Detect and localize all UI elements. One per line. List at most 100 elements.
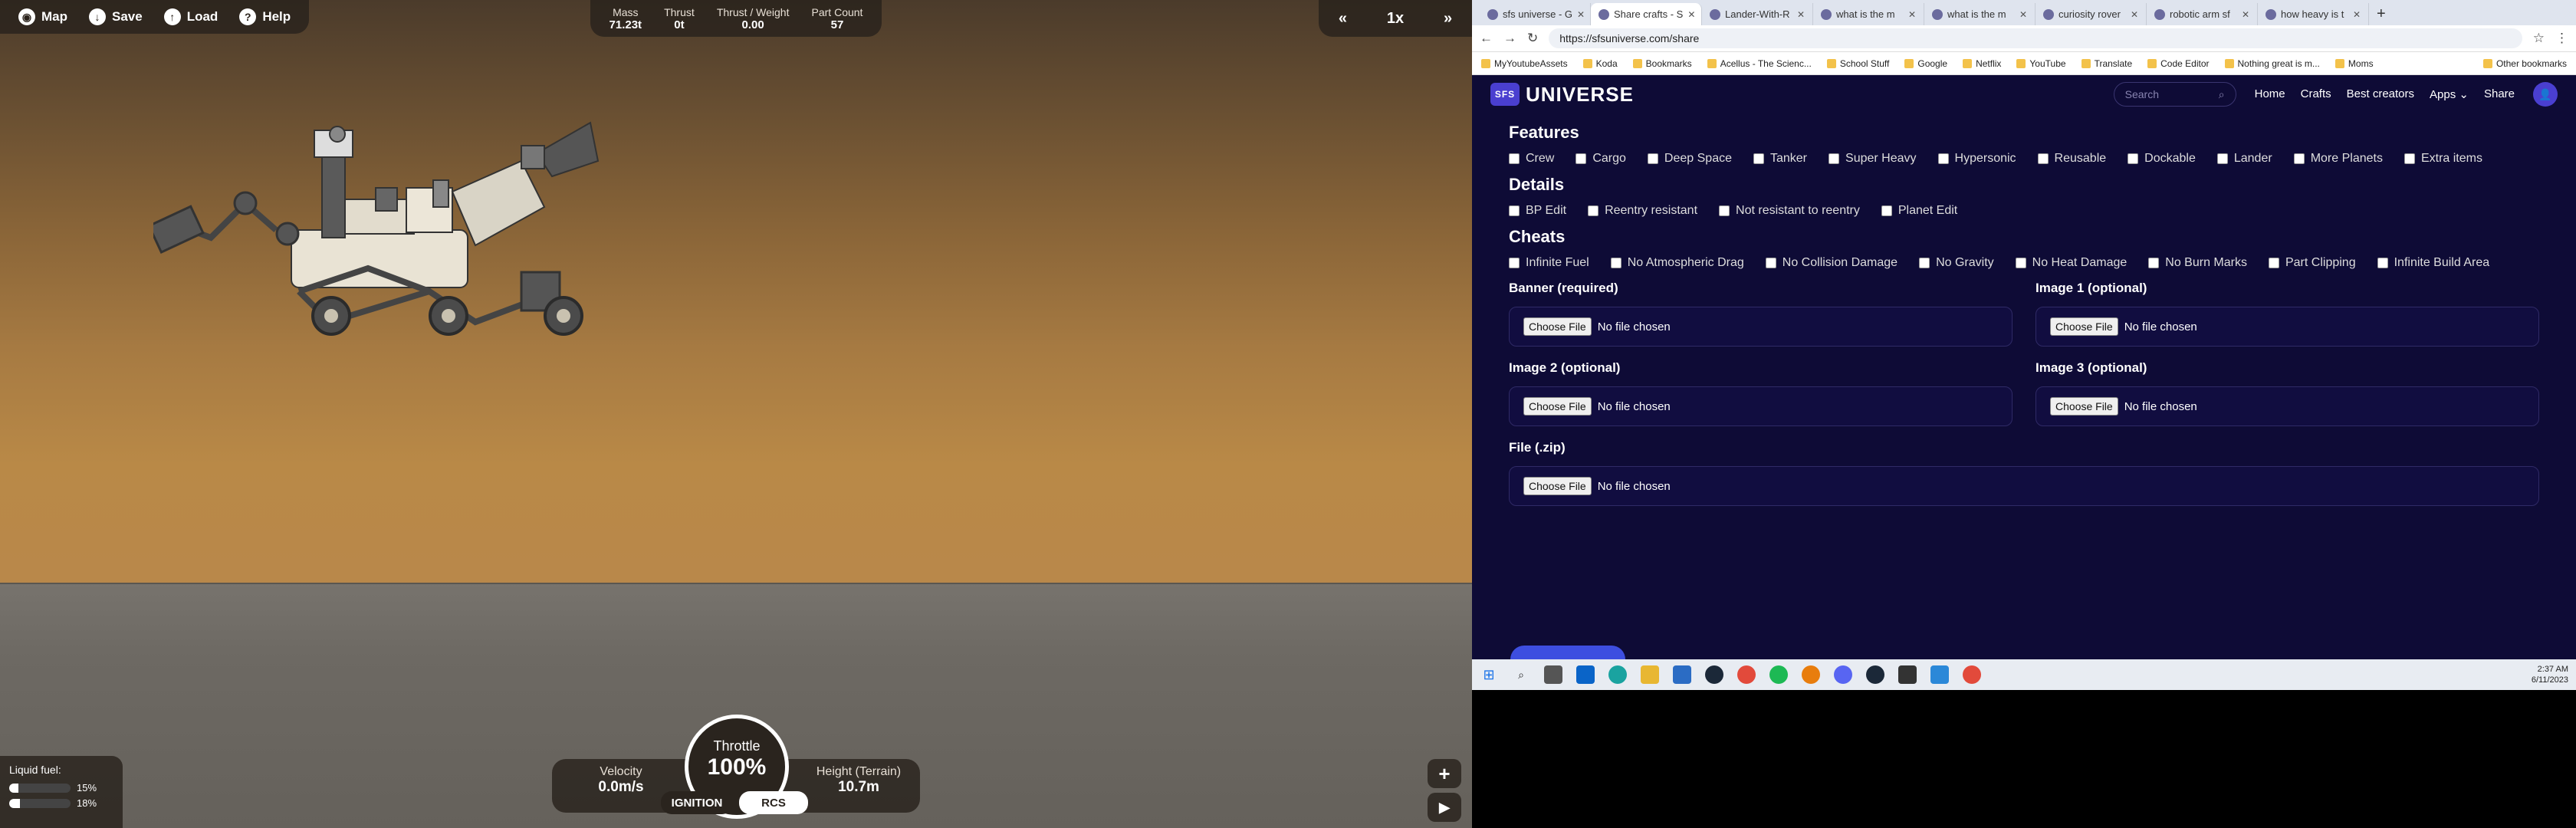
forward-icon[interactable]: →: [1503, 31, 1516, 46]
choose-file-button[interactable]: Choose File: [2050, 397, 2118, 416]
browser-tab[interactable]: sfs universe - G ✕: [1480, 3, 1591, 25]
store-icon[interactable]: [1673, 665, 1691, 684]
load-button[interactable]: ↑ Load: [153, 0, 229, 34]
checkbox-not-resistant[interactable]: Not resistant to reentry: [1719, 204, 1860, 218]
rover-craft[interactable]: [153, 115, 644, 337]
choose-file-button[interactable]: Choose File: [1523, 397, 1592, 416]
site-search-input[interactable]: Search ⌕: [2113, 82, 2236, 107]
site-logo[interactable]: SFS UNIVERSE: [1490, 83, 1634, 107]
bookmark-item[interactable]: Code Editor: [2147, 58, 2210, 69]
close-icon[interactable]: ✕: [2019, 9, 2027, 20]
star-icon[interactable]: ☆: [2533, 31, 2545, 46]
checkbox-extra-items[interactable]: Extra items: [2404, 152, 2482, 166]
checkbox-no-heat[interactable]: No Heat Damage: [2015, 256, 2127, 270]
checkbox-super-heavy[interactable]: Super Heavy: [1829, 152, 1917, 166]
checkbox-reusable[interactable]: Reusable: [2037, 152, 2106, 166]
save-button[interactable]: ↓ Save: [78, 0, 153, 34]
close-icon[interactable]: ✕: [1797, 9, 1805, 20]
checkbox-cargo[interactable]: Cargo: [1576, 152, 1626, 166]
bookmark-item[interactable]: Nothing great is m...: [2224, 58, 2320, 69]
checkbox-no-collision[interactable]: No Collision Damage: [1765, 256, 1898, 270]
edge-icon[interactable]: [1608, 665, 1627, 684]
checkbox-tanker[interactable]: Tanker: [1753, 152, 1807, 166]
bookmark-item[interactable]: MyYoutubeAssets: [1481, 58, 1568, 69]
help-button[interactable]: ? Help: [228, 0, 301, 34]
game-icon[interactable]: [1898, 665, 1917, 684]
close-icon[interactable]: ✕: [2131, 9, 2138, 20]
windows-start-icon[interactable]: ⊞: [1480, 665, 1498, 684]
browser-tab[interactable]: what is the m ✕: [1813, 3, 1924, 25]
reload-icon[interactable]: ↻: [1527, 31, 1538, 46]
search-icon[interactable]: ⌕: [2219, 88, 2225, 101]
blender-icon[interactable]: [1802, 665, 1820, 684]
other-bookmarks[interactable]: Other bookmarks: [2482, 58, 2567, 69]
discord-icon[interactable]: [1834, 665, 1852, 684]
nav-home[interactable]: Home: [2255, 87, 2285, 101]
chrome-icon[interactable]: [1963, 665, 1981, 684]
search-icon[interactable]: ⌕: [1512, 665, 1530, 684]
checkbox-no-burn[interactable]: No Burn Marks: [2148, 256, 2247, 270]
checkbox-lander[interactable]: Lander: [2216, 152, 2272, 166]
timewarp-slower-button[interactable]: «: [1339, 10, 1347, 28]
checkbox-no-gravity[interactable]: No Gravity: [1919, 256, 1994, 270]
nav-best-creators[interactable]: Best creators: [2347, 87, 2414, 101]
rcs-button[interactable]: RCS: [739, 791, 808, 814]
checkbox-more-planets[interactable]: More Planets: [2293, 152, 2383, 166]
choose-file-button[interactable]: Choose File: [1523, 477, 1592, 495]
nav-apps[interactable]: Apps ⌄: [2430, 87, 2469, 101]
file-input[interactable]: Choose File No file chosen: [1509, 466, 2539, 506]
checkbox-hypersonic[interactable]: Hypersonic: [1937, 152, 2016, 166]
play-button[interactable]: ▶: [1428, 793, 1461, 822]
user-avatar[interactable]: 👤: [2533, 82, 2558, 107]
bookmark-item[interactable]: Bookmarks: [1632, 58, 1692, 69]
nav-share[interactable]: Share: [2484, 87, 2515, 101]
mail-icon[interactable]: [1576, 665, 1595, 684]
bookmark-item[interactable]: Acellus - The Scienc...: [1707, 58, 1812, 69]
browser-tab[interactable]: what is the m ✕: [1924, 3, 2036, 25]
back-icon[interactable]: ←: [1480, 31, 1493, 46]
file-explorer-icon[interactable]: [1641, 665, 1659, 684]
checkbox-crew[interactable]: Crew: [1509, 152, 1554, 166]
steam-icon[interactable]: [1705, 665, 1723, 684]
menu-icon[interactable]: ⋮: [2555, 31, 2568, 46]
checkbox-part-clipping[interactable]: Part Clipping: [2268, 256, 2356, 270]
bookmark-item[interactable]: Translate: [2081, 58, 2132, 69]
checkbox-infinite-fuel[interactable]: Infinite Fuel: [1509, 256, 1589, 270]
checkbox-bp-edit[interactable]: BP Edit: [1509, 204, 1566, 218]
checkbox-no-drag[interactable]: No Atmospheric Drag: [1610, 256, 1744, 270]
close-icon[interactable]: ✕: [1687, 9, 1695, 20]
system-clock[interactable]: 2:37 AM 6/11/2023: [2532, 664, 2568, 685]
close-icon[interactable]: ✕: [2242, 9, 2249, 20]
ignition-button[interactable]: IGNITION: [661, 791, 733, 814]
browser-tab-active[interactable]: Share crafts - S ✕: [1591, 3, 1702, 25]
game-viewport[interactable]: ◉ Map ↓ Save ↑ Load ? Help Mass 71.23t Thrust…: [0, 0, 1472, 828]
close-icon[interactable]: ✕: [2353, 9, 2361, 20]
bookmark-item[interactable]: Google: [1904, 58, 1947, 69]
checkbox-deep-space[interactable]: Deep Space: [1647, 152, 1732, 166]
bookmark-item[interactable]: Moms: [2334, 58, 2374, 69]
chrome-icon[interactable]: [1737, 665, 1756, 684]
file-input[interactable]: Choose File No file chosen: [2036, 386, 2539, 426]
checkbox-planet-edit[interactable]: Planet Edit: [1881, 204, 1957, 218]
new-tab-button[interactable]: +: [2369, 3, 2394, 25]
browser-tab[interactable]: robotic arm sf ✕: [2147, 3, 2258, 25]
close-icon[interactable]: ✕: [1577, 9, 1585, 20]
bookmark-item[interactable]: School Stuff: [1826, 58, 1889, 69]
checkbox-reentry-resistant[interactable]: Reentry resistant: [1588, 204, 1697, 218]
url-input[interactable]: https://sfsuniverse.com/share: [1549, 28, 2522, 48]
bookmark-item[interactable]: YouTube: [2016, 58, 2066, 69]
close-icon[interactable]: ✕: [1908, 9, 1916, 20]
browser-tab[interactable]: how heavy is t ✕: [2258, 3, 2369, 25]
task-view-icon[interactable]: [1544, 665, 1562, 684]
timewarp-faster-button[interactable]: »: [1444, 10, 1452, 28]
spotify-icon[interactable]: [1769, 665, 1788, 684]
submit-button[interactable]: [1510, 646, 1625, 659]
choose-file-button[interactable]: Choose File: [1523, 317, 1592, 336]
browser-tab[interactable]: Lander-With-R ✕: [1702, 3, 1813, 25]
file-input[interactable]: Choose File No file chosen: [1509, 307, 2013, 347]
nav-crafts[interactable]: Crafts: [2301, 87, 2331, 101]
photos-icon[interactable]: [1930, 665, 1949, 684]
browser-tab[interactable]: curiosity rover ✕: [2036, 3, 2147, 25]
bookmark-item[interactable]: Netflix: [1963, 58, 2001, 69]
choose-file-button[interactable]: Choose File: [2050, 317, 2118, 336]
